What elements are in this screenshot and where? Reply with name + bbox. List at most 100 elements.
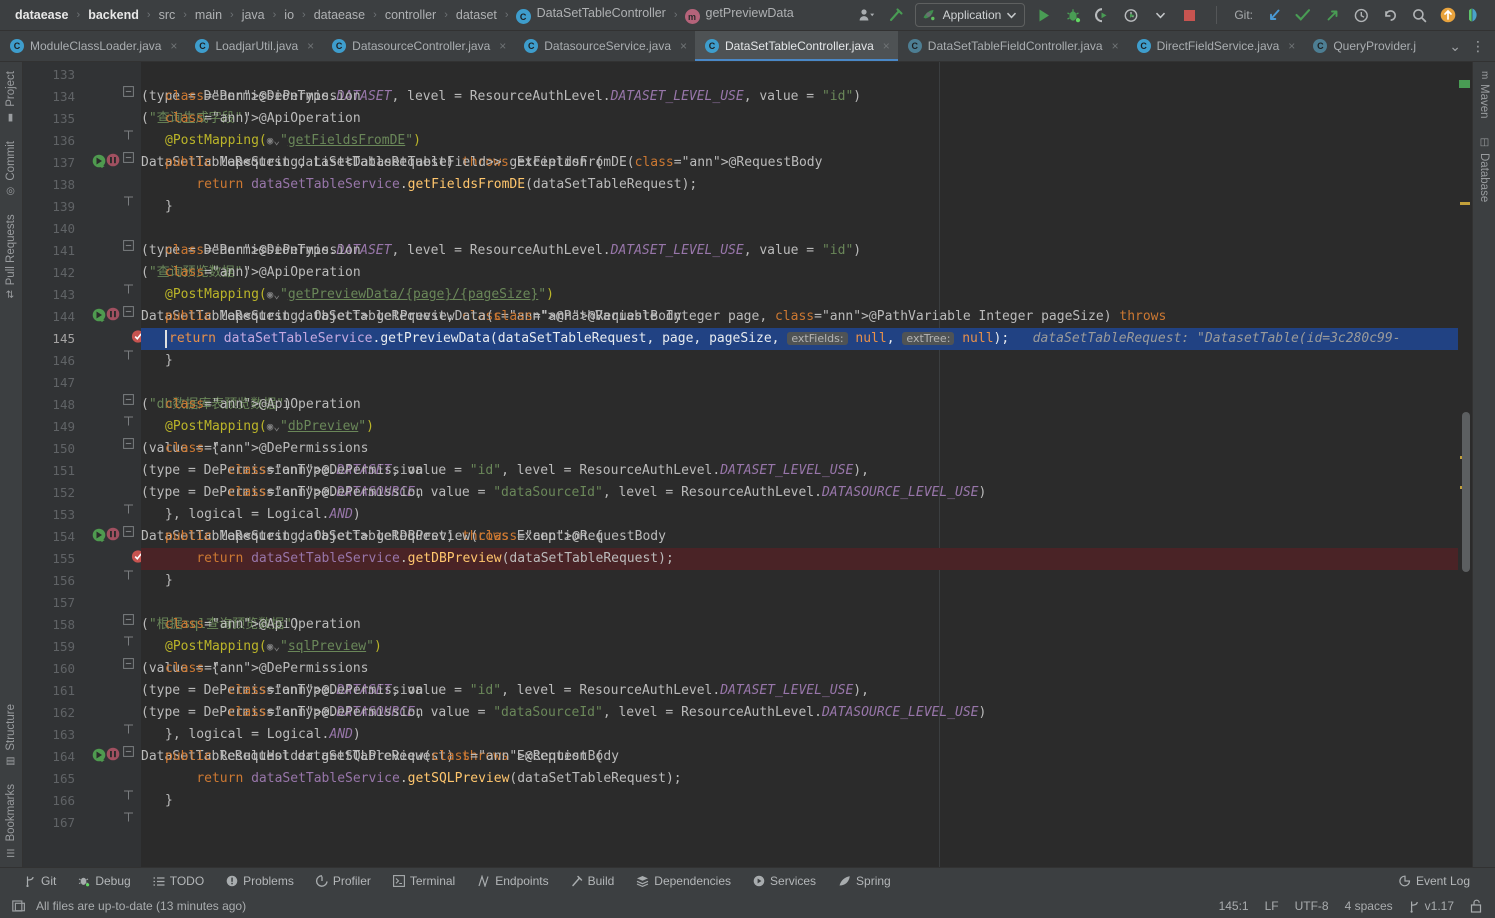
sidebar-item-commit[interactable]: ◎ Commit: [0, 132, 22, 206]
code-fold-marker[interactable]: [123, 746, 135, 768]
code-fold-marker[interactable]: [123, 658, 135, 680]
close-icon[interactable]: ×: [307, 39, 314, 53]
code-fold-marker[interactable]: [123, 240, 135, 262]
run-configuration-selector[interactable]: Application: [914, 3, 1026, 27]
code-line[interactable]: class="ann">@DePermission (type = DePermi…: [141, 86, 1472, 108]
code-line[interactable]: @PostMapping(◉⌄"dbPreview"): [141, 416, 1472, 438]
breadcrumb-item-dataease-pkg[interactable]: dataease: [313, 8, 366, 22]
tool-window-profiler[interactable]: Profiler: [305, 874, 382, 888]
code-line[interactable]: }, logical = Logical.AND): [141, 504, 1472, 526]
updates-available-icon[interactable]: [1438, 5, 1458, 25]
url-mapping-link[interactable]: getPreviewData/{page}/{pageSize}: [288, 287, 538, 302]
code-line[interactable]: @PostMapping(◉⌄"sqlPreview"): [141, 636, 1472, 658]
code-line[interactable]: return dataSetTableService.getDBPreview(…: [141, 548, 1472, 570]
code-line[interactable]: public Map<String, Object> getDBPreview(…: [141, 526, 1472, 548]
code-line[interactable]: public Map<String, Object> getPreviewDat…: [141, 306, 1472, 328]
run-icon[interactable]: [1034, 5, 1054, 25]
tool-window-build[interactable]: Build: [560, 874, 626, 888]
tool-window-dependencies[interactable]: Dependencies: [625, 874, 742, 888]
git-commit-checkmark-icon[interactable]: [1293, 5, 1313, 25]
code-line[interactable]: class="ann">@DePermission (type = DePermi…: [141, 240, 1472, 262]
code-line[interactable]: class="ann">@ApiOperation ("查询预览数据"): [141, 262, 1472, 284]
caret-position[interactable]: 145:1: [1219, 899, 1249, 913]
code-fold-marker[interactable]: [123, 504, 135, 526]
code-line[interactable]: [141, 218, 1472, 240]
code-fold-marker[interactable]: [123, 570, 135, 592]
code-line[interactable]: class="ann">@DePermissions (value = {: [141, 658, 1472, 680]
tool-window-terminal[interactable]: Terminal: [382, 874, 466, 888]
ide-assistant-icon[interactable]: [1467, 5, 1487, 25]
code-fold-marker[interactable]: [123, 196, 135, 218]
close-icon[interactable]: ×: [883, 39, 890, 53]
code-fold-marker[interactable]: [123, 416, 135, 438]
code-line[interactable]: }: [141, 570, 1472, 592]
url-mapping-icon[interactable]: ◉⌄: [267, 640, 280, 653]
code-fold-marker[interactable]: [123, 790, 135, 812]
git-update-icon[interactable]: [1264, 5, 1284, 25]
code-fold-marker[interactable]: [123, 306, 135, 328]
line-separator[interactable]: LF: [1265, 899, 1279, 913]
debugger-inline-value[interactable]: dataSetTableRequest: "DatasetTable(id=3c…: [1009, 331, 1401, 346]
editor-gutter[interactable]: 133 134 135 136 137 138 139 140 141 142 143 144 145 1…: [23, 62, 145, 867]
breadcrumb-item-java[interactable]: java: [241, 8, 266, 22]
breadcrumb-item-src[interactable]: src: [158, 8, 177, 22]
code-fold-marker[interactable]: [123, 526, 135, 548]
url-mapping-icon[interactable]: ◉⌄: [267, 420, 280, 433]
error-stripe-markers[interactable]: [1458, 62, 1472, 867]
editor-vertical-scrollbar[interactable]: [1462, 412, 1470, 572]
sidebar-item-maven[interactable]: m Maven: [1473, 62, 1495, 128]
code-fold-marker[interactable]: [123, 614, 135, 636]
debug-icon[interactable]: [1063, 5, 1083, 25]
editor-tab-QueryProvider[interactable]: C QueryProvider.j: [1303, 31, 1425, 61]
profiler-run-icon[interactable]: [1121, 5, 1141, 25]
close-icon[interactable]: ×: [1112, 39, 1119, 53]
code-fold-marker[interactable]: [123, 284, 135, 306]
url-mapping-link[interactable]: sqlPreview: [288, 639, 366, 654]
code-line[interactable]: class="ann">@DePermission (type = DePermi…: [141, 680, 1472, 702]
code-line[interactable]: class="ann">@ApiOperation ("查询生成字段"): [141, 108, 1472, 130]
breadcrumb-item-main[interactable]: main: [194, 8, 223, 22]
code-fold-marker[interactable]: [123, 130, 135, 152]
tool-window-problems[interactable]: Problems: [215, 874, 305, 888]
tool-window-git[interactable]: Git: [14, 874, 67, 888]
code-line[interactable]: }: [141, 790, 1472, 812]
breadcrumb-item-controller[interactable]: controller: [384, 8, 437, 22]
breadcrumb-item-method[interactable]: m getPreviewData: [684, 6, 795, 25]
code-fold-marker[interactable]: [123, 438, 135, 460]
editor-tab-LoadjarUtil[interactable]: C LoadjarUtil.java ×: [185, 31, 323, 61]
close-icon[interactable]: ×: [1288, 39, 1295, 53]
gutter-run-endpoint-icon[interactable]: [91, 152, 125, 174]
close-icon[interactable]: ×: [499, 39, 506, 53]
code-fold-marker[interactable]: [123, 86, 135, 108]
vcs-sync-icon[interactable]: [12, 899, 26, 913]
breadcrumb-item-io[interactable]: io: [283, 8, 295, 22]
url-mapping-icon[interactable]: ◉⌄: [267, 134, 280, 147]
code-line[interactable]: }: [141, 196, 1472, 218]
code-line[interactable]: public Map<String, List<DatasetTableFiel…: [141, 152, 1472, 174]
code-editor[interactable]: 133 134 135 136 137 138 139 140 141 142 143 144 145 1…: [23, 62, 1472, 867]
code-line[interactable]: [141, 372, 1472, 394]
history-clock-icon[interactable]: [1351, 5, 1371, 25]
code-line[interactable]: class="ann">@DePermission (type = DePermi…: [141, 702, 1472, 724]
code-line[interactable]: return dataSetTableService.getPreviewDat…: [141, 328, 1472, 350]
code-fold-marker[interactable]: [123, 724, 135, 746]
code-fold-marker[interactable]: [123, 350, 135, 372]
tool-window-event-log[interactable]: Event Log: [1388, 874, 1481, 888]
tool-window-todo[interactable]: TODO: [142, 874, 215, 888]
code-line[interactable]: @PostMapping(◉⌄"getFieldsFromDE"): [141, 130, 1472, 152]
tool-window-debug[interactable]: Debug: [67, 874, 141, 888]
editor-tab-DataSetTableFieldController[interactable]: C DataSetTableFieldController.java ×: [897, 31, 1127, 61]
stop-icon[interactable]: [1179, 5, 1199, 25]
indent-setting[interactable]: 4 spaces: [1345, 899, 1393, 913]
breadcrumb-item-class[interactable]: C DataSetTableController: [515, 6, 667, 25]
code-fold-marker[interactable]: [123, 812, 135, 834]
code-line[interactable]: class="ann">@DePermission (type = DePermi…: [141, 460, 1472, 482]
code-line[interactable]: [141, 592, 1472, 614]
code-line[interactable]: return dataSetTableService.getSQLPreview…: [141, 768, 1472, 790]
sidebar-item-pull-requests[interactable]: ⇄ Pull Requests: [0, 205, 22, 307]
tab-overflow-chevron-icon[interactable]: ⌄: [1449, 38, 1461, 55]
tool-window-services[interactable]: Services: [742, 874, 827, 888]
tool-window-spring[interactable]: Spring: [827, 874, 902, 888]
breadcrumb-item-dataease[interactable]: dataease: [14, 8, 70, 22]
read-write-lock-icon[interactable]: [1470, 899, 1483, 913]
